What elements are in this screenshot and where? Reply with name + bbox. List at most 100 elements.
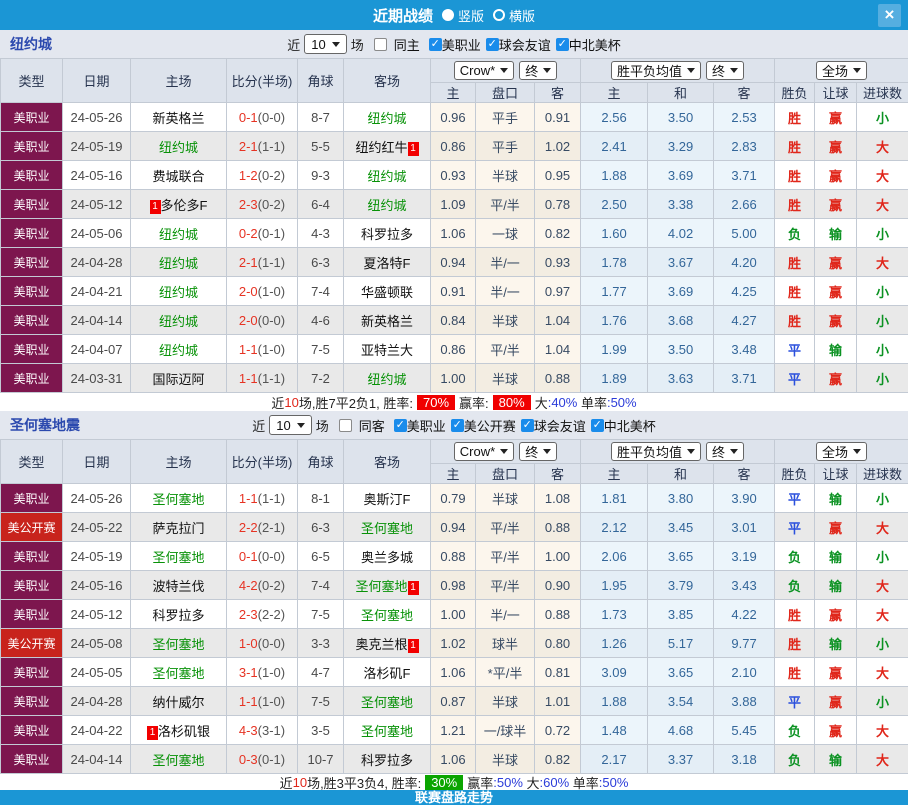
summary-segment: 近	[280, 773, 293, 792]
league-filter-group: ✓美职业✓美公开赛✓球会友谊✓中北美杯	[389, 416, 656, 435]
result-goals: 大	[857, 600, 908, 629]
crow-away-odds: 0.90	[535, 571, 581, 600]
odds-time-select[interactable]: 终	[519, 61, 557, 80]
same-away-checkbox[interactable]	[339, 419, 352, 432]
away-team-name: 纽约城	[367, 372, 406, 387]
result-handicap: 输	[815, 745, 857, 774]
league-checkbox[interactable]: ✓	[429, 38, 442, 51]
result-goals: 小	[857, 219, 908, 248]
col-type: 类型	[1, 59, 63, 103]
result-goals: 大	[857, 658, 908, 687]
odds-time-select[interactable]: 终	[519, 442, 557, 461]
mean-draw-odds: 3.79	[648, 571, 714, 600]
result-goals: 小	[857, 629, 908, 658]
handicap-cell: 半/一	[476, 277, 535, 306]
mean-away-odds: 2.66	[714, 190, 775, 219]
match-row: 美职业24-05-19纽约城2-1(1-1)5-5纽约红牛10.86平手1.02…	[1, 132, 908, 161]
mean-home-odds: 2.50	[581, 190, 648, 219]
mean-time-select[interactable]: 终	[706, 442, 744, 461]
result-handicap: 输	[815, 629, 857, 658]
away-team-cell: 新英格兰	[344, 306, 431, 335]
league-type-cell: 美职业	[1, 484, 63, 513]
away-team-cell: 纽约城	[344, 103, 431, 132]
away-team-name: 华盛顿联	[361, 285, 413, 300]
corner-cell: 7-4	[298, 277, 344, 306]
period-select[interactable]: 全场	[816, 442, 867, 461]
crow-away-odds: 0.72	[535, 716, 581, 745]
league-checkbox[interactable]: ✓	[521, 419, 534, 432]
result-goals: 小	[857, 277, 908, 306]
date-cell: 24-03-31	[63, 364, 131, 393]
home-team-cell: 费城联合	[131, 161, 227, 190]
halftime-score: (0-0)	[258, 636, 285, 651]
home-team-cell: 纽约城	[131, 132, 227, 161]
handicap-cell: 半球	[476, 161, 535, 190]
crow-home-odds: 0.79	[431, 484, 476, 513]
match-row: 美职业24-04-28纽约城2-1(1-1)6-3夏洛特F0.94半/一0.93…	[1, 248, 908, 277]
period-select[interactable]: 全场	[816, 61, 867, 80]
result-wdl: 负	[775, 571, 815, 600]
league-type-cell: 美职业	[1, 306, 63, 335]
league-checkbox[interactable]: ✓	[451, 419, 464, 432]
league-checkbox[interactable]: ✓	[486, 38, 499, 51]
halftime-score: (1-0)	[258, 665, 285, 680]
result-wdl: 平	[775, 687, 815, 716]
league-checkbox[interactable]: ✓	[556, 38, 569, 51]
mean-draw-odds: 3.50	[648, 335, 714, 364]
same-home-checkbox[interactable]	[374, 38, 387, 51]
league-type-cell: 美职业	[1, 219, 63, 248]
league-checkbox[interactable]: ✓	[394, 419, 407, 432]
league-type-cell: 美职业	[1, 542, 63, 571]
recent-count-select[interactable]: 10	[304, 34, 346, 54]
radio-unselected-icon	[493, 9, 505, 21]
bookmaker-select[interactable]: Crow*	[454, 442, 514, 461]
mean-away-odds: 3.18	[714, 745, 775, 774]
result-wdl: 胜	[775, 190, 815, 219]
summary-segment: 大	[535, 393, 548, 412]
summary-segment: :50%	[599, 775, 629, 790]
result-handicap: 赢	[815, 132, 857, 161]
score-cell: 1-1(1-0)	[227, 335, 298, 364]
league-type-cell: 美职业	[1, 745, 63, 774]
recent-count-select[interactable]: 10	[269, 415, 311, 435]
red-1-badge: 1	[408, 142, 419, 156]
league-type-cell: 美职业	[1, 571, 63, 600]
corner-cell: 8-7	[298, 103, 344, 132]
close-button[interactable]: ×	[878, 4, 901, 27]
mean-odds-select[interactable]: 胜平负均值	[611, 61, 701, 80]
handicap-cell: 平/半	[476, 571, 535, 600]
result-handicap: 赢	[815, 364, 857, 393]
score-cell: 3-1(1-0)	[227, 658, 298, 687]
score-cell: 0-3(0-1)	[227, 745, 298, 774]
window-title: 近期战绩	[373, 5, 433, 26]
mean-odds-select[interactable]: 胜平负均值	[611, 442, 701, 461]
league-checkbox[interactable]: ✓	[591, 419, 604, 432]
mean-draw-odds: 3.67	[648, 248, 714, 277]
match-row: 美公开赛24-05-22萨克拉门2-2(2-1)6-3圣何塞地0.94平/半0.…	[1, 513, 908, 542]
chevron-down-icon	[500, 449, 508, 454]
result-wdl: 负	[775, 219, 815, 248]
section-sj: 圣何塞地震 近 10 场 同客 ✓美职业✓美公开赛✓球会友谊✓中北美杯	[0, 411, 908, 790]
date-cell: 24-05-19	[63, 132, 131, 161]
league-type-cell: 美公开赛	[1, 629, 63, 658]
mean-home-odds: 1.26	[581, 629, 648, 658]
result-goals: 小	[857, 484, 908, 513]
summary-segment: 赢率	[467, 773, 493, 792]
result-wdl: 平	[775, 364, 815, 393]
match-row: 美职业24-04-14圣何塞地0-3(0-1)10-7科罗拉多1.06半球0.8…	[1, 745, 908, 774]
chevron-down-icon	[332, 42, 340, 47]
halftime-score: (3-1)	[258, 723, 285, 738]
radio-horizontal-layout[interactable]: 横版	[493, 6, 535, 25]
radio-vertical-layout[interactable]: 竖版	[442, 6, 484, 25]
radio-selected-icon	[442, 9, 454, 21]
bookmaker-select[interactable]: Crow*	[454, 61, 514, 80]
mean-time-select[interactable]: 终	[706, 61, 744, 80]
handicap-cell: 球半	[476, 629, 535, 658]
crow-home-odds: 1.00	[431, 364, 476, 393]
score-cell: 0-2(0-1)	[227, 219, 298, 248]
result-goals: 大	[857, 190, 908, 219]
away-team-name: 奥克兰根	[355, 637, 407, 652]
away-team-name: 奥斯汀F	[364, 492, 411, 507]
away-team-cell: 圣何塞地	[344, 687, 431, 716]
league-type-cell: 美职业	[1, 277, 63, 306]
